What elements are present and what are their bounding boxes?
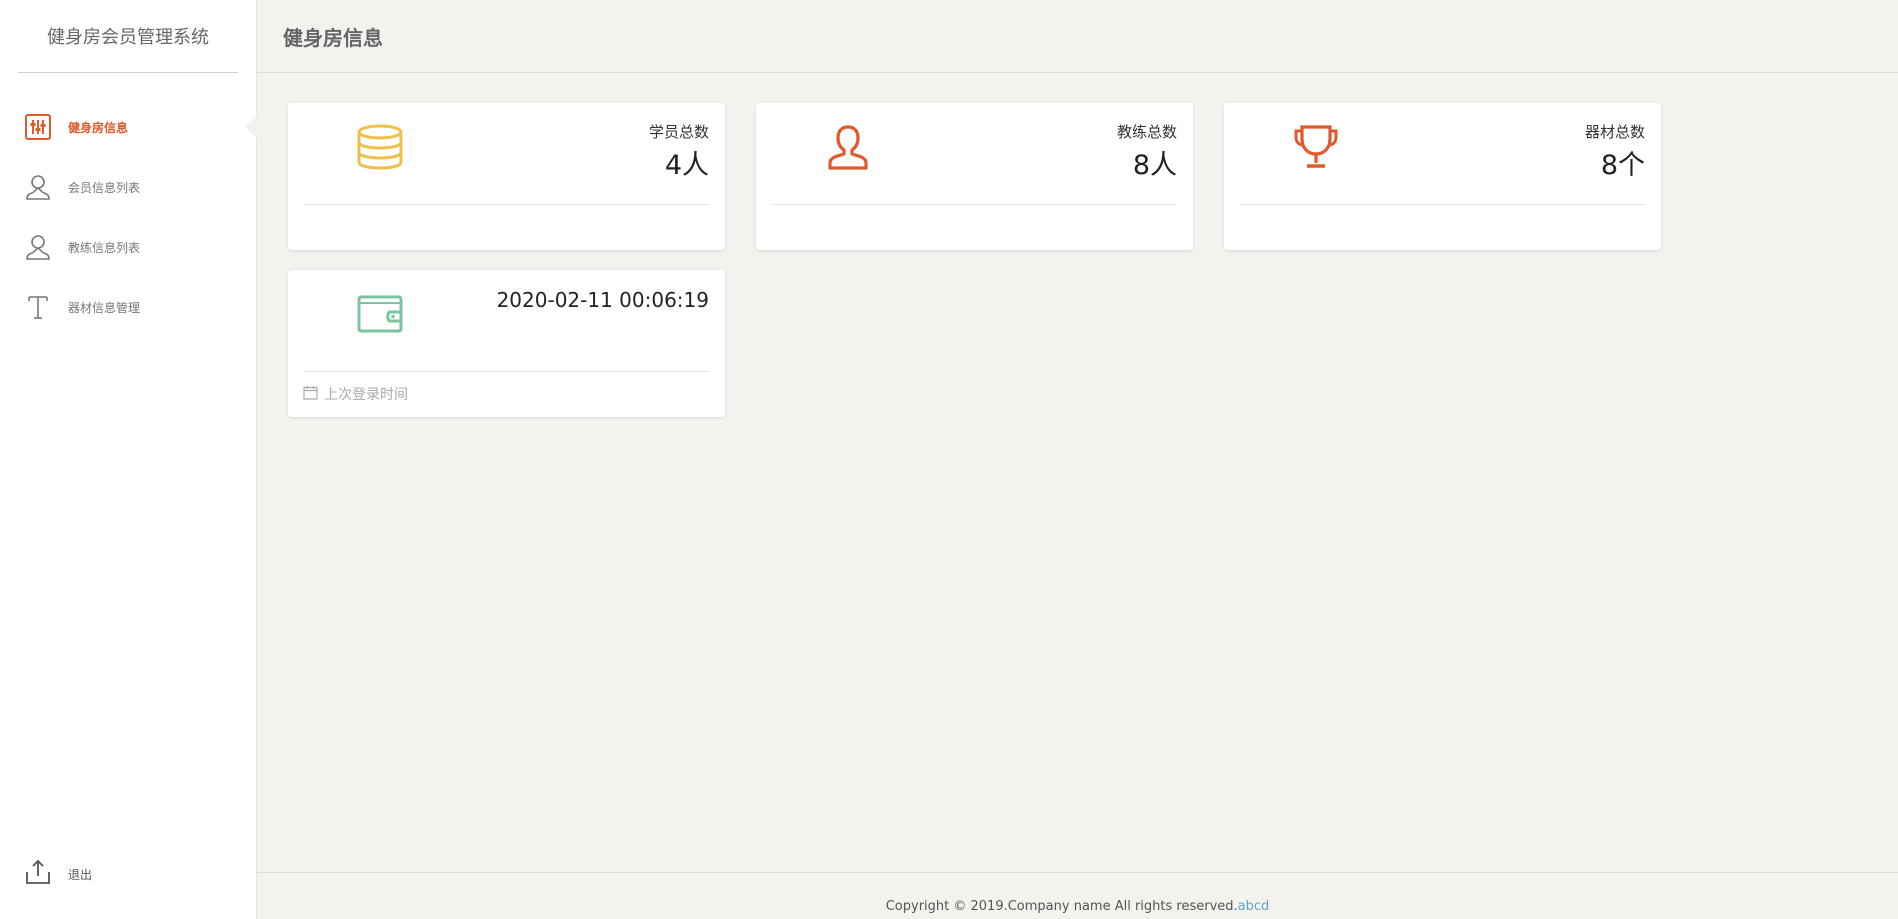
- footer-link[interactable]: abcd: [1238, 899, 1270, 914]
- card-footer: 上次登录时间: [303, 384, 408, 404]
- upload-icon: [24, 858, 52, 890]
- sidebar-item-gym-info[interactable]: 健身房信息: [0, 97, 257, 157]
- logout-button[interactable]: 退出: [0, 849, 280, 899]
- card-label: 学员总数: [648, 123, 709, 141]
- sidebar-item-label: 会员信息列表: [68, 180, 141, 195]
- last-login-label: 上次登录时间: [324, 387, 408, 403]
- card-value: 4人: [664, 150, 709, 181]
- sidebar-item-label: 健身房信息: [68, 120, 129, 135]
- sliders-icon: [24, 113, 52, 141]
- copyright-text: Copyright © 2019.Company name All rights…: [885, 899, 1238, 914]
- sidebar-item-coach-list[interactable]: 教练信息列表: [0, 217, 256, 277]
- card-value: 8人: [1132, 150, 1177, 181]
- card-value: 8个: [1600, 150, 1645, 181]
- last-login-card: 2020-02-11 00:06:19 上次登录时间: [288, 270, 725, 417]
- equipment-card: 器材总数 8个: [1224, 103, 1661, 250]
- card-divider: [772, 204, 1177, 205]
- logout-label: 退出: [68, 867, 93, 882]
- sidebar-item-member-list[interactable]: 会员信息列表: [0, 157, 256, 217]
- sidebar-item-equipment[interactable]: 器材信息管理: [0, 277, 256, 337]
- user-icon: [24, 233, 52, 261]
- user-icon: [24, 173, 52, 201]
- footer-divider: [257, 872, 1898, 873]
- card-label: 器材总数: [1584, 123, 1645, 141]
- card-divider: [304, 204, 709, 205]
- sidebar-item-label: 器材信息管理: [68, 300, 141, 315]
- wallet-icon: [356, 294, 404, 342]
- coins-icon: [356, 123, 404, 171]
- card-label: 教练总数: [1116, 123, 1177, 141]
- footer: Copyright © 2019.Company name All rights…: [257, 899, 1898, 914]
- text-t-icon: [24, 293, 52, 321]
- page-header: 健身房信息: [257, 0, 1898, 73]
- person-icon: [824, 123, 872, 171]
- card-divider: [304, 371, 709, 372]
- coaches-card: 教练总数 8人: [756, 103, 1193, 250]
- sidebar: 健身房会员管理系统 健身房信息 会员信息列表 教练信息列表 器材信息管理 退出: [0, 0, 257, 919]
- sidebar-item-label: 教练信息列表: [68, 240, 141, 255]
- page-title: 健身房信息: [283, 25, 383, 50]
- trophy-icon: [1292, 123, 1340, 171]
- calendar-icon: [303, 385, 318, 404]
- sidebar-nav: 健身房信息 会员信息列表 教练信息列表 器材信息管理: [0, 97, 257, 337]
- last-login-value: 2020-02-11 00:06:19: [496, 288, 709, 312]
- card-divider: [1240, 204, 1645, 205]
- students-card: 学员总数 4人: [288, 103, 725, 250]
- brand-title: 健身房会员管理系统: [18, 0, 238, 73]
